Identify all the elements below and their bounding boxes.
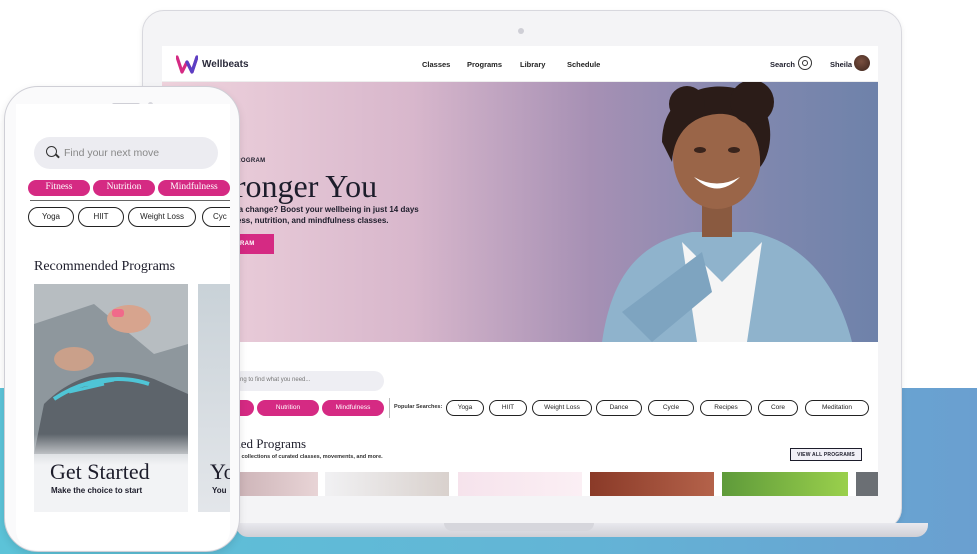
sneaker-image (34, 284, 188, 454)
nav-schedule[interactable]: Schedule (567, 60, 600, 69)
user-name[interactable]: Sheila (830, 60, 852, 69)
program-card[interactable] (722, 472, 848, 496)
desktop-screen: Wellbeats Classes Programs Library Sched… (162, 46, 878, 496)
laptop-camera (518, 28, 524, 34)
mobile-chip-cycle[interactable]: Cyc (202, 207, 230, 227)
recommended-subtitle: ured collections of curated classes, mov… (228, 454, 383, 460)
mobile-recommended-title: Recommended Programs (34, 259, 176, 274)
mobile-chip-weight-loss[interactable]: Weight Loss (128, 207, 196, 227)
mobile-tab-fitness[interactable]: Fitness (28, 180, 90, 196)
popular-divider (389, 398, 390, 418)
mobile-card-title: Get Started (50, 459, 150, 484)
search-icon (46, 146, 57, 157)
laptop-notch (444, 523, 594, 531)
program-card[interactable] (325, 472, 449, 496)
nav-classes[interactable]: Classes (422, 60, 450, 69)
search-icon[interactable] (798, 56, 812, 70)
chip-yoga[interactable]: Yoga (446, 400, 484, 416)
wellbeats-logo-icon[interactable] (176, 53, 198, 75)
mobile-search-input[interactable]: Find your next move (34, 137, 218, 169)
mobile-divider (30, 200, 230, 201)
program-card[interactable] (458, 472, 582, 496)
mobile-screen: Find your next move Fitness Nutrition Mi… (16, 104, 230, 550)
tab-mindfulness[interactable]: Mindfulness (322, 400, 384, 416)
chip-recipes[interactable]: Recipes (700, 400, 752, 416)
mobile-program-card[interactable]: Yo You (198, 284, 230, 512)
program-card[interactable] (590, 472, 714, 496)
brand-name[interactable]: Wellbeats (202, 59, 249, 70)
mobile-tab-nutrition[interactable]: Nutrition (93, 180, 155, 196)
hero-banner: PROGRAM tronger You e a change? Boost yo… (162, 82, 878, 342)
view-all-programs-button[interactable]: VIEW ALL PROGRAMS (790, 448, 862, 461)
avatar[interactable] (854, 55, 870, 71)
nav-search-label[interactable]: Search (770, 60, 795, 69)
chip-weight-loss[interactable]: Weight Loss (532, 400, 592, 416)
chip-dance[interactable]: Dance (596, 400, 642, 416)
hero-copy-line: e a change? Boost your wellbeing in just… (232, 205, 419, 214)
chip-hiit[interactable]: HIIT (489, 400, 527, 416)
chip-meditation[interactable]: Meditation (805, 400, 869, 416)
hero-copy: e a change? Boost your wellbeing in just… (232, 204, 452, 226)
mobile-card-subtitle: You (212, 486, 227, 495)
program-card[interactable] (856, 472, 878, 496)
mobile-tab-mindfulness[interactable]: Mindfulness (158, 180, 230, 196)
desktop-search-input[interactable]: ng to find what you need... (232, 371, 384, 391)
chip-cycle[interactable]: Cycle (648, 400, 694, 416)
popular-searches-label: Popular Searches: (394, 404, 443, 410)
mobile-chip-yoga[interactable]: Yoga (28, 207, 74, 227)
top-nav: Wellbeats Classes Programs Library Sched… (162, 46, 878, 82)
nav-programs[interactable]: Programs (467, 60, 502, 69)
tab-nutrition[interactable]: Nutrition (257, 400, 319, 416)
mobile-chip-hiit[interactable]: HIIT (78, 207, 124, 227)
chip-core[interactable]: Core (758, 400, 798, 416)
mobile-search-placeholder: Find your next move (64, 147, 160, 159)
mobile-card-subtitle: Make the choice to start (51, 486, 143, 495)
mobile-card-title: Yo (210, 459, 230, 484)
mobile-program-card[interactable]: Get Started Make the choice to start (34, 284, 188, 512)
hero-copy-line: ness, nutrition, and mindfulness classes… (232, 216, 389, 225)
hero-title: tronger You (226, 168, 378, 204)
hero-woman-image (602, 82, 852, 342)
nav-library[interactable]: Library (520, 60, 545, 69)
